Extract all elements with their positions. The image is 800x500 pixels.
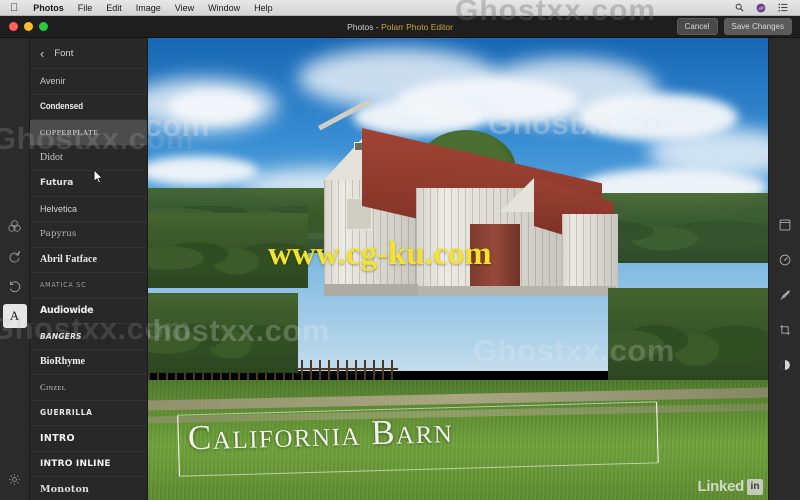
font-list-item-label: BioRhyme — [40, 356, 85, 368]
cloud — [168, 90, 258, 124]
font-list-item[interactable]: Condensed — [30, 93, 147, 120]
font-list-item-label: Bangers — [40, 331, 82, 341]
window-title-separator: - — [373, 21, 382, 32]
font-list-item[interactable]: Intro — [30, 425, 147, 451]
text-tool-label: A — [9, 308, 20, 323]
traffic-light-group[interactable] — [0, 22, 48, 31]
font-list-item-label: Helvetica — [40, 203, 78, 214]
font-panel-header: ‹ Font — [30, 38, 147, 68]
font-list-item-label: Papyrus — [40, 229, 77, 240]
macos-menu-bar:  Photos File Edit Image View Window Hel… — [0, 0, 800, 27]
barn-foundation — [416, 286, 616, 296]
font-list-item[interactable]: Amatica SC — [30, 272, 147, 298]
window-title-bar: Photos - Polarr Photo Editor Cancel Save… — [0, 16, 800, 38]
app-window: Photos - Polarr Photo Editor Cancel Save… — [0, 16, 800, 500]
font-list-item-label: Condensed — [40, 101, 83, 113]
font-list-item[interactable]: BioRhyme — [30, 348, 147, 375]
font-list-item-label: Futura — [40, 178, 74, 189]
right-tool-rail — [768, 38, 800, 500]
chevron-left-icon[interactable]: ‹ — [40, 47, 44, 60]
window-title-document: Polarr Photo Editor — [381, 21, 453, 32]
titlebar-actions: Cancel Save Changes — [676, 18, 800, 35]
crop-icon[interactable] — [772, 317, 798, 343]
font-list-item-label: Abril Fatface — [40, 254, 97, 266]
text-tool-icon[interactable]: A — [2, 304, 27, 328]
font-panel: ‹ Font Avenir Condensed Copperplate Didot Fu… — [30, 38, 148, 500]
close-button[interactable] — [9, 22, 18, 31]
font-list-item[interactable]: Audiowide — [30, 297, 147, 324]
menu-item-image[interactable]: Image — [129, 0, 168, 16]
font-list-item-label: Guerrilla — [40, 408, 93, 418]
font-list[interactable]: Avenir Condensed Copperplate Didot Futura Hel… — [30, 68, 147, 500]
menu-item-help[interactable]: Help — [247, 0, 280, 16]
control-center-icon[interactable] — [772, 3, 794, 12]
siri-icon[interactable] — [750, 3, 772, 13]
undo-icon[interactable] — [3, 274, 27, 298]
menu-item-photos[interactable]: Photos — [26, 0, 71, 16]
font-list-item[interactable]: Abril Fatface — [30, 246, 147, 273]
font-list-item-label: Monoton — [40, 483, 90, 495]
font-list-item[interactable]: Cinzel — [30, 374, 147, 400]
font-list-item[interactable]: Guerrilla — [30, 399, 147, 426]
font-list-item[interactable]: Bangers — [30, 323, 147, 349]
menu-item-edit[interactable]: Edit — [99, 0, 129, 16]
brush-off-icon[interactable] — [772, 282, 798, 308]
foreground-trees-right — [608, 288, 768, 383]
font-list-item-label: Didot — [40, 152, 63, 164]
save-changes-button[interactable]: Save Changes — [723, 18, 792, 35]
font-list-item-label: Cinzel — [40, 382, 66, 393]
barn-foundation-front — [324, 284, 418, 296]
dial-icon[interactable] — [772, 247, 798, 273]
font-list-item[interactable]: Intro Inline — [30, 450, 147, 477]
linkedin-label: Linked — [697, 478, 744, 495]
font-list-item[interactable]: Copperplate — [30, 119, 147, 145]
font-list-item-label: Avenir — [40, 76, 66, 87]
adjust-color-icon[interactable] — [3, 214, 27, 238]
font-list-item[interactable]: Avenir — [30, 68, 147, 94]
apple-logo-icon[interactable]:  — [6, 1, 26, 15]
search-icon[interactable] — [729, 3, 750, 12]
menu-item-window[interactable]: Window — [201, 0, 247, 16]
contrast-icon[interactable] — [772, 352, 798, 378]
font-list-item-label: Audiowide — [40, 305, 94, 317]
font-list-item[interactable]: Papyrus — [30, 221, 147, 247]
cancel-button[interactable]: Cancel — [676, 18, 718, 35]
font-list-item-label: Intro — [40, 432, 75, 444]
font-list-item-label: Intro Inline — [40, 458, 111, 469]
font-list-item[interactable]: Helvetica — [30, 195, 147, 222]
font-panel-title: Font — [54, 47, 74, 59]
font-list-item-label: Copperplate — [40, 127, 99, 137]
barn-wing-wall — [562, 214, 618, 290]
menu-item-view[interactable]: View — [168, 0, 201, 16]
linkedin-watermark: Linked in — [697, 478, 763, 495]
font-list-item[interactable]: Futura — [30, 170, 147, 196]
zoom-button[interactable] — [39, 22, 48, 31]
window-title-app: Photos — [347, 21, 374, 32]
settings-gear-icon[interactable] — [3, 467, 27, 491]
font-list-item[interactable]: Didot — [30, 144, 147, 171]
redo-icon[interactable] — [3, 244, 27, 268]
font-list-item[interactable]: Monoton — [30, 476, 147, 500]
watermark-cgku-url: www.cg-ku.com — [268, 236, 492, 272]
menu-item-file[interactable]: File — [71, 0, 100, 16]
linkedin-badge: in — [747, 478, 763, 495]
foreground-trees-left — [148, 293, 298, 373]
left-tool-rail: A — [0, 38, 30, 500]
frame-icon[interactable] — [772, 212, 798, 238]
font-list-item-label: Amatica SC — [40, 281, 87, 290]
minimize-button[interactable] — [24, 22, 33, 31]
